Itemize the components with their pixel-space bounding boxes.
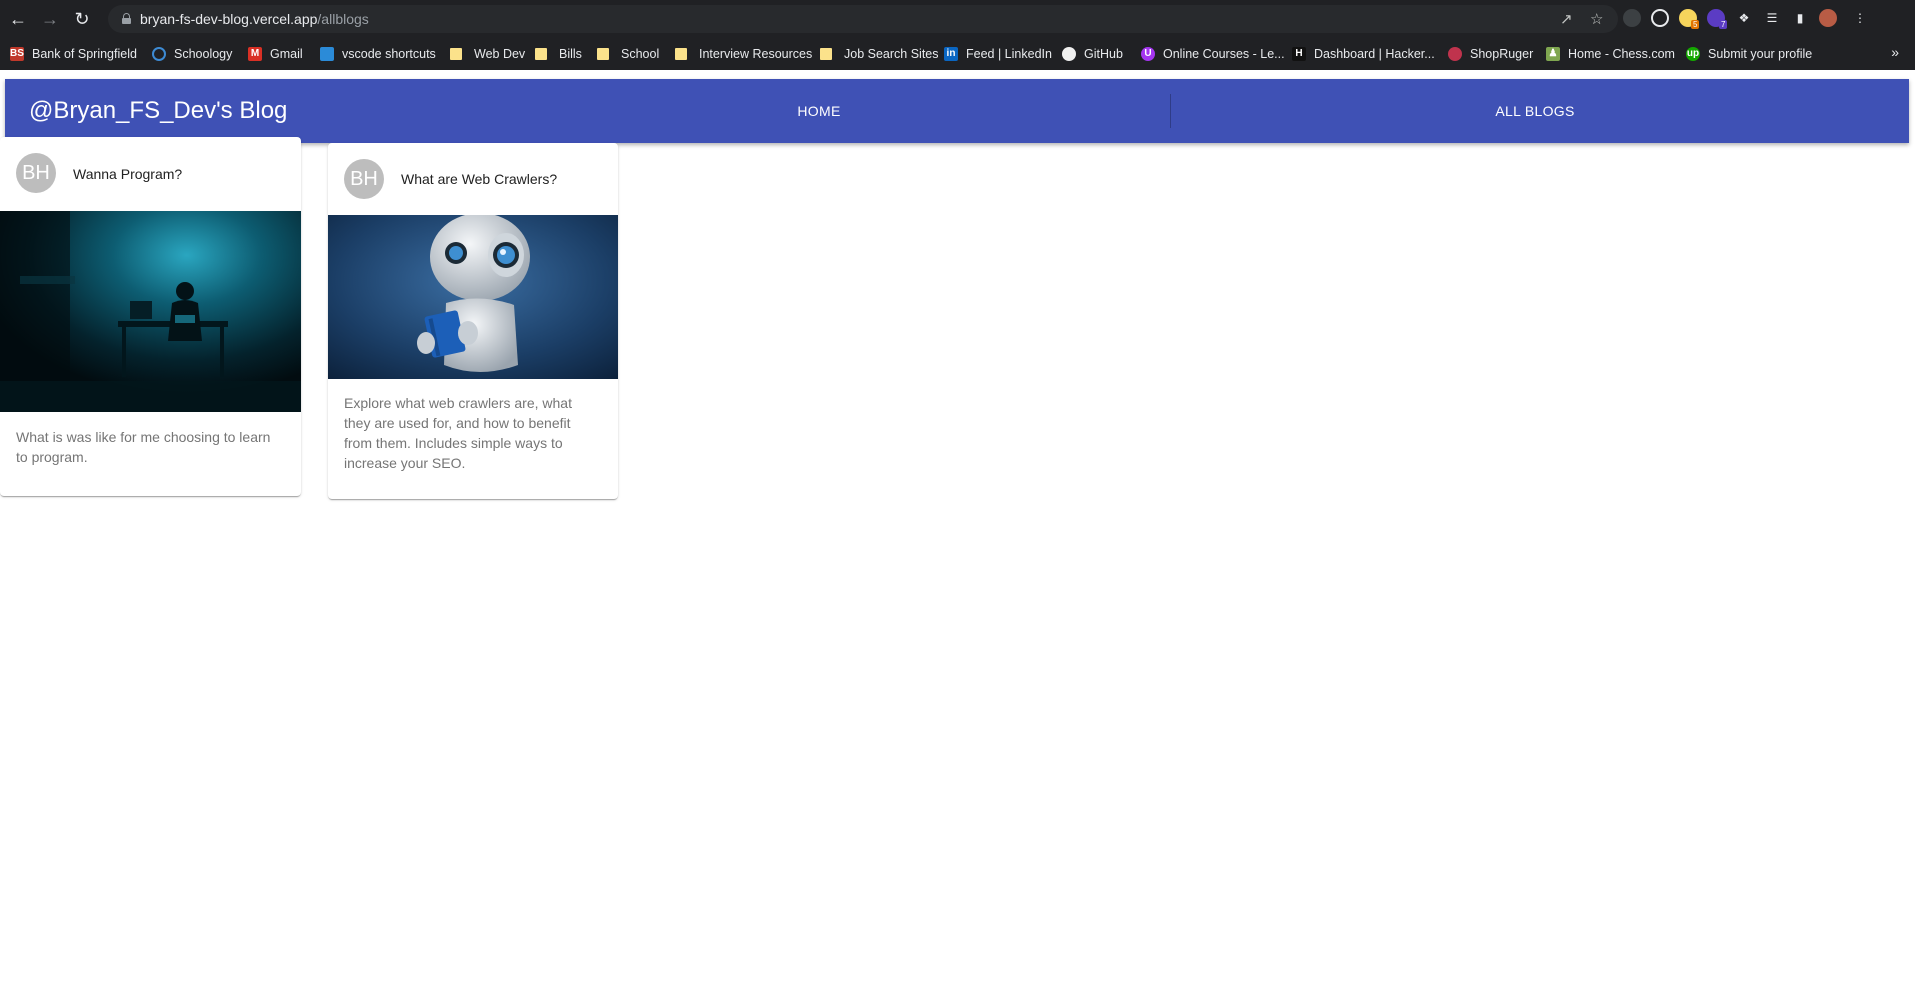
upwork-favicon: up (1686, 47, 1700, 61)
puzzle-icon[interactable]: ❖ (1735, 9, 1753, 27)
bookmarks-overflow-icon[interactable]: » (1891, 44, 1899, 60)
side-panel-icon[interactable]: ▮ (1791, 9, 1809, 27)
bookmark-item[interactable]: GitHub (1062, 46, 1123, 62)
browser-toolbar: ← → ↻ bryan-fs-dev-blog.vercel.app/allbl… (0, 0, 1915, 38)
card-title[interactable]: What are Web Crawlers? (401, 171, 557, 187)
card-title[interactable]: Wanna Program? (73, 166, 182, 182)
tab-all-blogs[interactable]: ALL BLOGS (1300, 79, 1770, 143)
bookmark-label: vscode shortcuts (342, 47, 436, 61)
github-favicon (1062, 47, 1076, 61)
hackerrank-favicon: H (1292, 47, 1306, 61)
reload-icon[interactable]: ↻ (72, 9, 92, 29)
bookmark-label: Feed | LinkedIn (966, 47, 1052, 61)
bookmark-label: Home - Chess.com (1568, 47, 1675, 61)
extension-badge: 7 (1719, 20, 1728, 29)
bookmark-item[interactable]: ShopRuger (1448, 46, 1533, 62)
bookmark-label: ShopRuger (1470, 47, 1534, 61)
forward-icon[interactable]: → (40, 9, 60, 29)
menu-icon[interactable]: ⋮ (1851, 9, 1869, 27)
bookmark-item[interactable]: Schoology (152, 46, 232, 62)
robot-reading-book-image[interactable] (328, 215, 618, 379)
card-description: What is was like for me choosing to lear… (16, 429, 271, 465)
bookmark-item[interactable]: U Online Courses - Le... (1141, 46, 1285, 62)
share-icon[interactable]: ↗ (1560, 10, 1573, 28)
profile-avatar-icon[interactable] (1819, 9, 1837, 27)
folder-icon (820, 48, 832, 60)
url-text: bryan-fs-dev-blog.vercel.app/allblogs (140, 11, 369, 27)
folder-icon (675, 48, 687, 60)
bookmark-label: Online Courses - Le... (1163, 47, 1285, 61)
avatar: BH (344, 159, 384, 199)
extension-icon[interactable] (1623, 9, 1641, 27)
gmail-favicon: M (248, 47, 262, 61)
bookmark-label: Interview Resources (699, 47, 813, 61)
bookmark-label: School (621, 47, 660, 61)
bookmark-label: Gmail (270, 47, 303, 61)
avatar: BH (16, 153, 56, 193)
folder-icon (535, 48, 547, 60)
extensions-area: 5 7 ❖ ☰ ▮ ⋮ (1615, 0, 1915, 38)
card-header: BH What are Web Crawlers? (328, 143, 618, 215)
bookmark-label: GitHub (1084, 47, 1123, 61)
card-description: Explore what web crawlers are, what they… (344, 395, 572, 471)
bookmark-label: Submit your profile (1708, 47, 1813, 61)
bookmark-label: Dashboard | Hacker... (1314, 47, 1435, 61)
bookmark-item[interactable]: ♟ Home - Chess.com (1546, 46, 1675, 62)
media-controls-icon[interactable]: ☰ (1763, 9, 1781, 27)
linkedin-favicon: in (944, 47, 958, 61)
blog-card[interactable]: BH What are Web Crawlers? Explore what w… (328, 143, 618, 499)
bookmark-label: Web Dev (474, 47, 526, 61)
bookmark-item[interactable]: in Feed | LinkedIn (944, 46, 1052, 62)
bookmark-item[interactable]: up Submit your profile (1686, 46, 1812, 62)
back-icon[interactable]: ← (8, 9, 28, 29)
site-brand[interactable]: @Bryan_FS_Dev's Blog (29, 97, 287, 125)
address-bar[interactable]: bryan-fs-dev-blog.vercel.app/allblogs ↗ … (108, 5, 1618, 33)
bookmark-item[interactable]: Web Dev (450, 46, 525, 62)
schoology-favicon (152, 47, 166, 61)
bookmark-item[interactable]: Job Search Sites (820, 46, 939, 62)
dark-room-coder-image[interactable] (0, 211, 301, 412)
bookmark-label: Schoology (174, 47, 233, 61)
tab-divider (1170, 94, 1171, 128)
bookmark-item[interactable]: Bills (535, 46, 582, 62)
bookmark-item[interactable]: vscode shortcuts (320, 46, 436, 62)
lock-icon[interactable] (122, 13, 131, 24)
bookmark-item[interactable]: H Dashboard | Hacker... (1292, 46, 1435, 62)
folder-icon (450, 48, 462, 60)
bookmark-item[interactable]: BS Bank of Springfield (10, 46, 137, 62)
vscode-favicon (320, 47, 334, 61)
folder-icon (597, 48, 609, 60)
extension-icon[interactable] (1651, 9, 1669, 27)
extension-badge: 5 (1691, 20, 1700, 29)
bookmark-label: Bank of Springfield (32, 47, 137, 61)
chess-favicon: ♟ (1546, 47, 1560, 61)
udemy-favicon: U (1141, 47, 1155, 61)
app-header: @Bryan_FS_Dev's Blog HOME ALL BLOGS (5, 79, 1909, 143)
tab-home[interactable]: HOME (584, 79, 1054, 143)
bookmarks-bar: BS Bank of Springfield Schoology M Gmail vsco… (0, 38, 1915, 70)
bookmark-label: Job Search Sites (844, 47, 939, 61)
bookmark-label: Bills (559, 47, 582, 61)
card-header: BH Wanna Program? (0, 137, 301, 209)
bank-favicon: BS (10, 47, 24, 61)
ruger-favicon (1448, 47, 1462, 61)
bookmark-item[interactable]: Interview Resources (675, 46, 812, 62)
bookmark-item[interactable]: School (597, 46, 659, 62)
bookmark-star-icon[interactable]: ☆ (1590, 10, 1603, 28)
bookmark-item[interactable]: M Gmail (248, 46, 303, 62)
blog-card[interactable]: BH Wanna Program? What is was like for m… (0, 137, 301, 496)
